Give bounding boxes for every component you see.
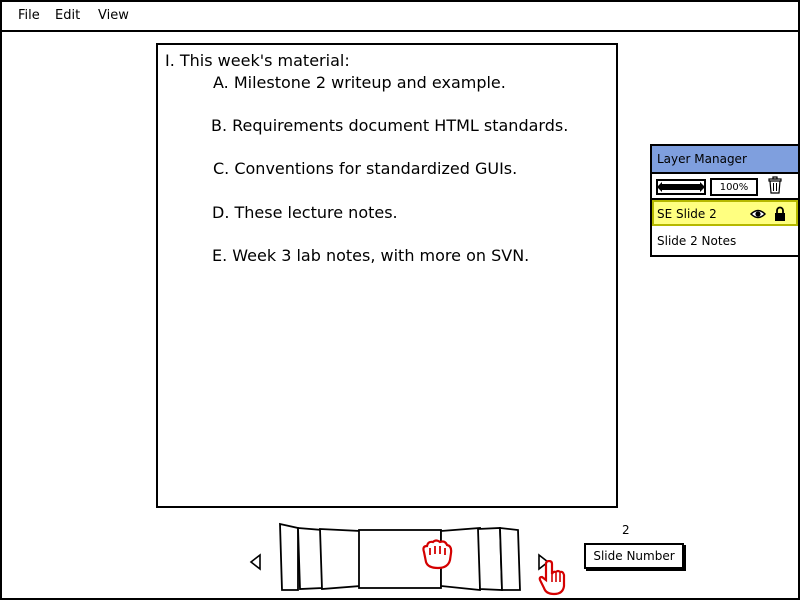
menu-bar: File Edit View (2, 2, 798, 32)
layer-name: Slide 2 Notes (657, 234, 737, 248)
trash-icon[interactable] (766, 176, 784, 194)
slide-thumbnail[interactable] (279, 522, 299, 591)
previous-slide-icon[interactable] (249, 553, 263, 571)
slide-carousel[interactable] (270, 520, 530, 600)
slider-track (662, 184, 700, 190)
eye-icon[interactable] (750, 208, 766, 220)
slide-thumbnail[interactable] (297, 527, 323, 590)
opacity-slider[interactable] (656, 179, 706, 195)
layer-row-slide-2-notes[interactable]: Slide 2 Notes (652, 228, 798, 255)
slide-bullet-d: D. These lecture notes. (212, 203, 398, 222)
slide-bullet-a: A. Milestone 2 writeup and example. (213, 73, 506, 92)
pointer-hand-cursor-icon (538, 560, 566, 596)
menu-file[interactable]: File (18, 8, 40, 23)
zoom-field[interactable]: 100% (710, 178, 758, 196)
slide-bullet-e: E. Week 3 lab notes, with more on SVN. (212, 246, 530, 265)
layer-row-se-slide-2[interactable]: SE Slide 2 (652, 200, 798, 226)
slide-thumbnail[interactable] (319, 528, 361, 590)
layer-manager-title: Layer Manager (657, 152, 747, 166)
slide-thumbnail[interactable] (499, 526, 521, 591)
layer-manager-title-bar: Layer Manager (652, 146, 798, 174)
layer-manager-panel: Layer Manager 100% SE Slide 2 Slide 2 No… (650, 144, 800, 257)
slide-canvas[interactable]: I. This week's material: A. Milestone 2 … (156, 43, 618, 508)
slide-heading: I. This week's material: (165, 51, 350, 70)
layer-manager-toolbar: 100% (652, 174, 798, 200)
slide-thumbnail[interactable] (477, 527, 503, 591)
slide-bullet-b: B. Requirements document HTML standards. (211, 116, 569, 135)
menu-view[interactable]: View (98, 8, 129, 23)
menu-edit[interactable]: Edit (55, 8, 80, 23)
lock-icon[interactable] (774, 206, 786, 222)
slide-bullet-c: C. Conventions for standardized GUIs. (213, 159, 518, 178)
layer-name: SE Slide 2 (657, 207, 717, 221)
slider-right-arrow-icon (700, 182, 705, 192)
slide-number-value: 2 (622, 523, 630, 537)
grab-hand-cursor-icon (422, 539, 453, 570)
slide-number-button[interactable]: Slide Number (584, 543, 684, 569)
